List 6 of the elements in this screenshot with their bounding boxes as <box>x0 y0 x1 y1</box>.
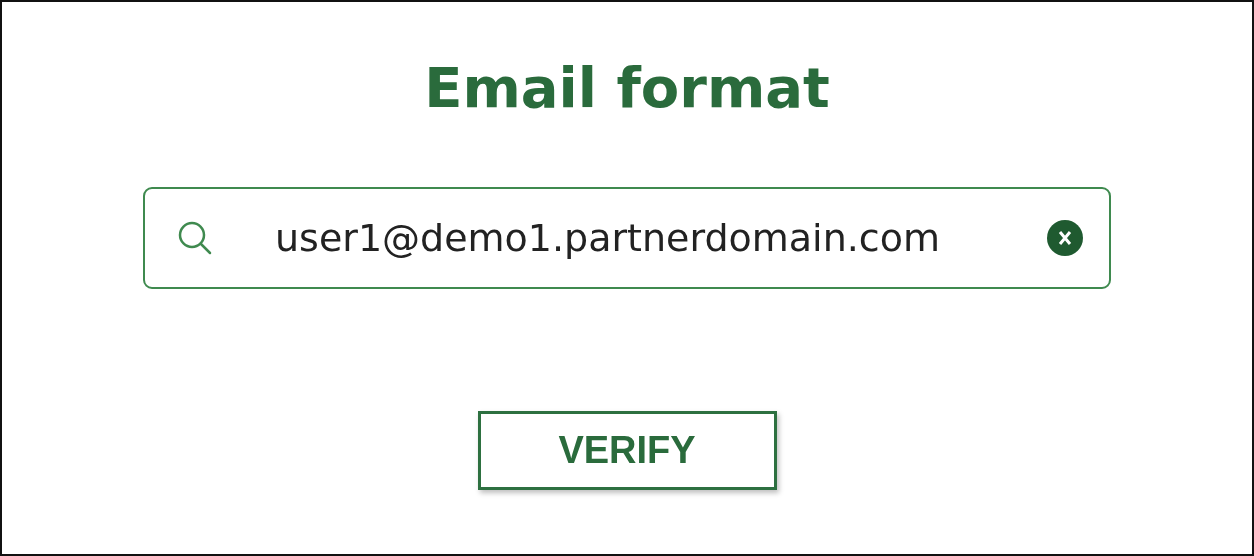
clear-icon[interactable] <box>1047 220 1083 257</box>
verify-button[interactable]: VERIFY <box>477 411 777 491</box>
search-input[interactable]: user1@demo1.partnerdomain.com <box>213 208 1047 268</box>
search-icon <box>177 220 213 257</box>
page-title: Email format <box>424 54 830 122</box>
search-field[interactable]: user1@demo1.partnerdomain.com <box>143 187 1111 290</box>
